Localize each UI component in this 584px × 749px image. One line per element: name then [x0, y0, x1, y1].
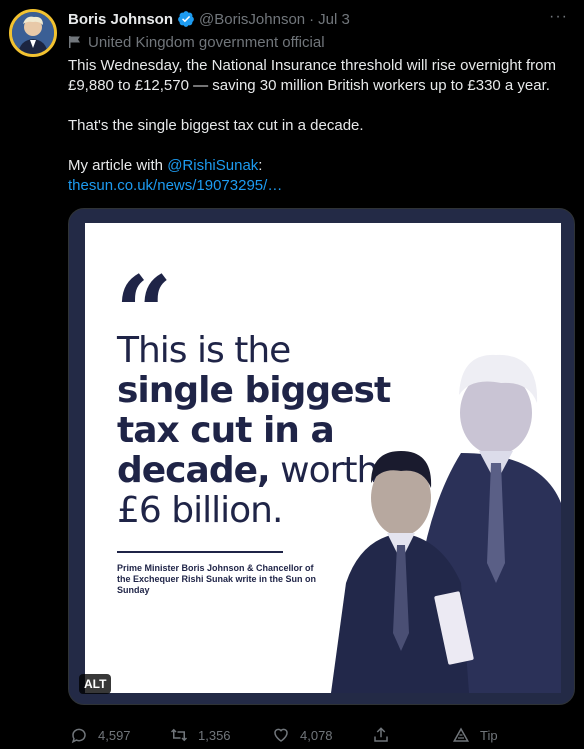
tweet-text: This Wednesday, the National Insurance t… [68, 56, 568, 196]
quote-caption: Prime Minister Boris Johnson & Chancello… [117, 563, 317, 595]
retweet-icon [170, 728, 188, 742]
avatar[interactable] [9, 9, 57, 57]
reply-count: 4,597 [98, 727, 131, 743]
article-suffix: : [258, 157, 263, 174]
retweet-button[interactable]: 1,356 [170, 726, 231, 744]
tweet-media[interactable]: “ This is the single biggest tax cut in … [68, 208, 575, 705]
article-prefix: My article with [68, 157, 168, 174]
author-handle[interactable]: @BorisJohnson [199, 11, 305, 28]
share-button[interactable] [372, 726, 400, 744]
tip-button[interactable]: Tip [452, 726, 498, 744]
article-link[interactable]: thesun.co.uk/news/19073295/… [68, 177, 282, 194]
headline-part1: This is the [117, 330, 291, 371]
more-options-button[interactable]: ··· [549, 8, 568, 26]
retweet-count: 1,356 [198, 727, 231, 743]
flag-icon [68, 35, 82, 49]
tweet-actions: 4,597 1,356 4,078 Tip [66, 724, 576, 748]
caption-divider [117, 551, 283, 553]
like-button[interactable]: 4,078 [272, 726, 333, 744]
reply-icon [71, 728, 86, 744]
government-label: United Kingdom government official [68, 32, 325, 52]
tweet-header: Boris Johnson @BorisJohnson · Jul 3 ··· [68, 8, 574, 30]
tip-icon [452, 727, 470, 742]
tweet-paragraph-1: This Wednesday, the National Insurance t… [68, 57, 557, 94]
tip-label: Tip [480, 727, 498, 743]
tweet-date[interactable]: Jul 3 [318, 11, 350, 28]
quote-card-image: “ This is the single biggest tax cut in … [85, 223, 561, 693]
alt-text-button[interactable]: ALT [79, 674, 112, 694]
mention-link[interactable]: @RishiSunak [167, 157, 258, 174]
tweet[interactable]: Boris Johnson @BorisJohnson · Jul 3 ··· … [0, 0, 584, 749]
share-icon [374, 727, 388, 742]
heart-icon [274, 728, 288, 742]
government-label-text: United Kingdom government official [88, 33, 325, 51]
tweet-paragraph-3: My article with @RishiSunak: thesun.co.uk… [68, 156, 568, 196]
verified-badge-icon [177, 10, 195, 28]
author-name[interactable]: Boris Johnson [68, 11, 173, 28]
like-count: 4,078 [300, 727, 333, 743]
separator: · [309, 10, 315, 28]
politicians-photo [331, 354, 561, 693]
tweet-paragraph-2: That's the single biggest tax cut in a d… [68, 117, 364, 134]
reply-button[interactable]: 4,597 [70, 726, 131, 744]
